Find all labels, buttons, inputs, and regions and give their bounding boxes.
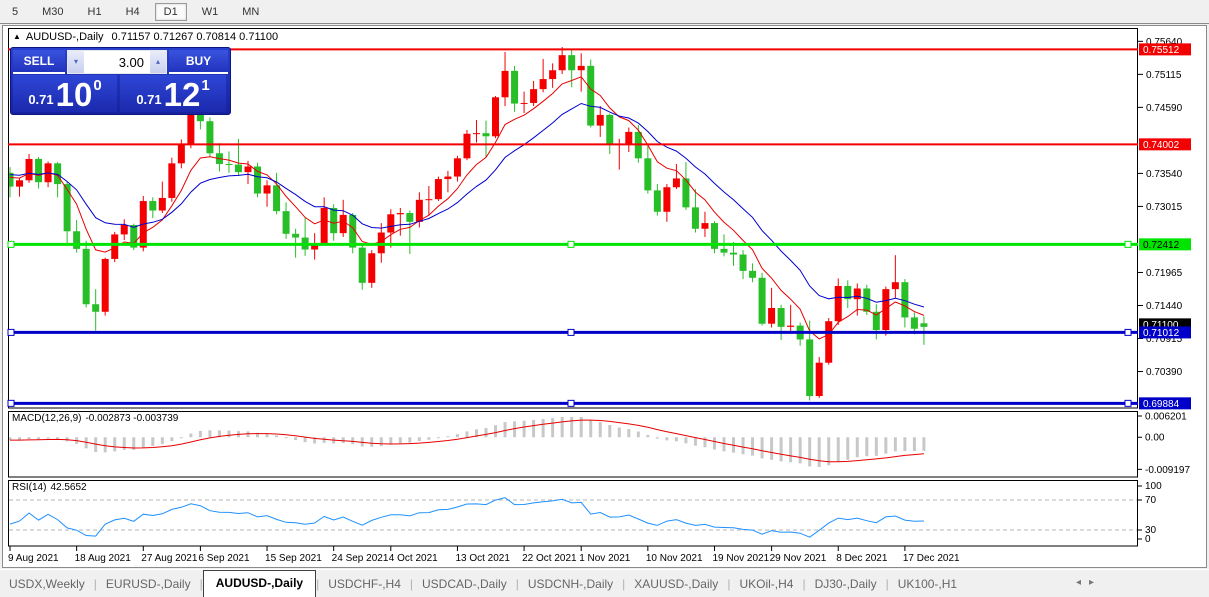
- svg-text:0.75115: 0.75115: [1146, 70, 1182, 81]
- ask-price-prefix: 0.71: [136, 92, 161, 107]
- svg-text:6 Sep 2021: 6 Sep 2021: [198, 553, 250, 564]
- rsi-pane[interactable]: [9, 481, 1138, 547]
- svg-text:22 Oct 2021: 22 Oct 2021: [522, 553, 577, 564]
- hline-handle[interactable]: [8, 329, 14, 335]
- svg-text:15 Sep 2021: 15 Sep 2021: [265, 553, 322, 564]
- svg-text:0.71965: 0.71965: [1146, 268, 1183, 279]
- svg-text:0.006201: 0.006201: [1145, 412, 1187, 423]
- bid-price-point: 0: [93, 77, 101, 94]
- tab-eurusd-daily[interactable]: EURUSD-,Daily: [97, 573, 200, 595]
- tab-usdcnh-daily[interactable]: USDCNH-,Daily: [519, 573, 622, 595]
- svg-text:0.73540: 0.73540: [1146, 169, 1183, 180]
- tab-uk100-h1[interactable]: UK100-,H1: [889, 573, 966, 595]
- hline-handle[interactable]: [568, 329, 574, 335]
- sell-button[interactable]: SELL: [13, 50, 65, 74]
- bid-price-pips: 10: [56, 78, 93, 112]
- svg-text:0.73015: 0.73015: [1146, 202, 1183, 213]
- macd-values: -0.002873 -0.003739: [85, 413, 178, 424]
- volume-input[interactable]: [84, 51, 150, 73]
- svg-text:0.74590: 0.74590: [1146, 103, 1183, 114]
- svg-text:100: 100: [1145, 481, 1162, 492]
- svg-text:0: 0: [1145, 534, 1151, 545]
- hline-handle[interactable]: [1125, 400, 1131, 406]
- one-click-trade-panel: SELL ▾ ▴ BUY 0.71 10 0 0.71 12 1: [10, 47, 231, 115]
- svg-text:0.75512: 0.75512: [1143, 45, 1180, 56]
- svg-text:29 Nov 2021: 29 Nov 2021: [770, 553, 827, 564]
- hline-handle[interactable]: [568, 241, 574, 247]
- svg-text:27 Aug 2021: 27 Aug 2021: [141, 553, 198, 564]
- svg-text:9 Aug 2021: 9 Aug 2021: [8, 553, 59, 564]
- tab-xauusd-daily[interactable]: XAUUSD-,Daily: [625, 573, 727, 595]
- chart-ohlc-values: 0.71157 0.71267 0.70814 0.71100: [112, 31, 279, 43]
- bid-price-display[interactable]: 0.71 10 0: [13, 75, 117, 112]
- macd-name: MACD(12,26,9): [12, 413, 81, 424]
- svg-text:17 Dec 2021: 17 Dec 2021: [903, 553, 960, 564]
- svg-text:24 Sep 2021: 24 Sep 2021: [332, 553, 389, 564]
- chart-symbol-label: AUDUSD-,Daily: [26, 31, 104, 43]
- price-badge-0-72412: 0.72412: [1139, 238, 1191, 251]
- buy-button[interactable]: BUY: [169, 50, 228, 74]
- hline-handle[interactable]: [8, 400, 14, 406]
- svg-text:10 Nov 2021: 10 Nov 2021: [646, 553, 703, 564]
- tab-scroll-arrows[interactable]: ◂▸: [1076, 577, 1102, 588]
- price-badge-0-74002: 0.74002: [1139, 138, 1191, 151]
- svg-text:4 Oct 2021: 4 Oct 2021: [389, 553, 438, 564]
- svg-text:0.72412: 0.72412: [1143, 240, 1180, 251]
- ask-price-display[interactable]: 0.71 12 1: [120, 75, 226, 112]
- rsi-name: RSI(14): [12, 482, 46, 493]
- tab-ukoil-h4[interactable]: UKOil-,H4: [730, 573, 802, 595]
- svg-text:0.71012: 0.71012: [1143, 328, 1180, 339]
- tab-usdx-weekly[interactable]: USDX,Weekly: [0, 573, 94, 595]
- svg-text:0.71440: 0.71440: [1146, 301, 1183, 312]
- hline-handle[interactable]: [1125, 241, 1131, 247]
- price-badge-0-71012: 0.71012: [1139, 326, 1191, 339]
- svg-text:0.70390: 0.70390: [1146, 367, 1183, 378]
- volume-decrease-icon[interactable]: ▾: [68, 51, 84, 73]
- svg-text:0.69884: 0.69884: [1143, 399, 1180, 410]
- tab-usdcad-daily[interactable]: USDCAD-,Daily: [413, 573, 516, 595]
- svg-text:13 Oct 2021: 13 Oct 2021: [455, 553, 510, 564]
- mt4-window: 5M30H1H4D1W1MN 0.756400.751150.745900.73…: [0, 0, 1209, 597]
- volume-stepper: ▾ ▴: [67, 50, 167, 74]
- svg-text:8 Dec 2021: 8 Dec 2021: [836, 553, 888, 564]
- tab-usdchf-h4[interactable]: USDCHF-,H4: [319, 573, 410, 595]
- price-badge-0-69884: 0.69884: [1139, 397, 1191, 410]
- volume-increase-icon[interactable]: ▴: [150, 51, 166, 73]
- chart-tab-bar: USDX,Weekly|EURUSD-,Daily|AUDUSD-,Daily|…: [0, 569, 1209, 597]
- svg-text:18 Aug 2021: 18 Aug 2021: [75, 553, 132, 564]
- hline-handle[interactable]: [1125, 329, 1131, 335]
- tab-dj30-daily[interactable]: DJ30-,Daily: [806, 573, 886, 595]
- rsi-indicator-label: RSI(14) 42.5652: [12, 482, 91, 493]
- hline-handle[interactable]: [8, 241, 14, 247]
- ask-price-pips: 12: [164, 78, 201, 112]
- macd-indicator-label: MACD(12,26,9) -0.002873 -0.003739: [12, 413, 182, 424]
- bid-price-prefix: 0.71: [28, 92, 53, 107]
- tab-audusd-daily[interactable]: AUDUSD-,Daily: [203, 570, 316, 597]
- svg-text:-0.009197: -0.009197: [1145, 465, 1190, 476]
- rsi-value: 42.5652: [50, 482, 86, 493]
- price-badge-0-75512: 0.75512: [1139, 43, 1191, 56]
- svg-text:0.00: 0.00: [1145, 433, 1165, 444]
- hline-handle[interactable]: [568, 400, 574, 406]
- svg-text:1 Nov 2021: 1 Nov 2021: [579, 553, 631, 564]
- ask-price-point: 1: [201, 77, 209, 94]
- svg-text:70: 70: [1145, 495, 1157, 506]
- chart-ohlc-header: ▲ AUDUSD-,Daily 0.71157 0.71267 0.70814 0.…: [13, 31, 278, 43]
- svg-text:19 Nov 2021: 19 Nov 2021: [712, 553, 769, 564]
- one-click-expand-icon[interactable]: ▲: [13, 32, 21, 41]
- svg-text:0.74002: 0.74002: [1143, 140, 1180, 151]
